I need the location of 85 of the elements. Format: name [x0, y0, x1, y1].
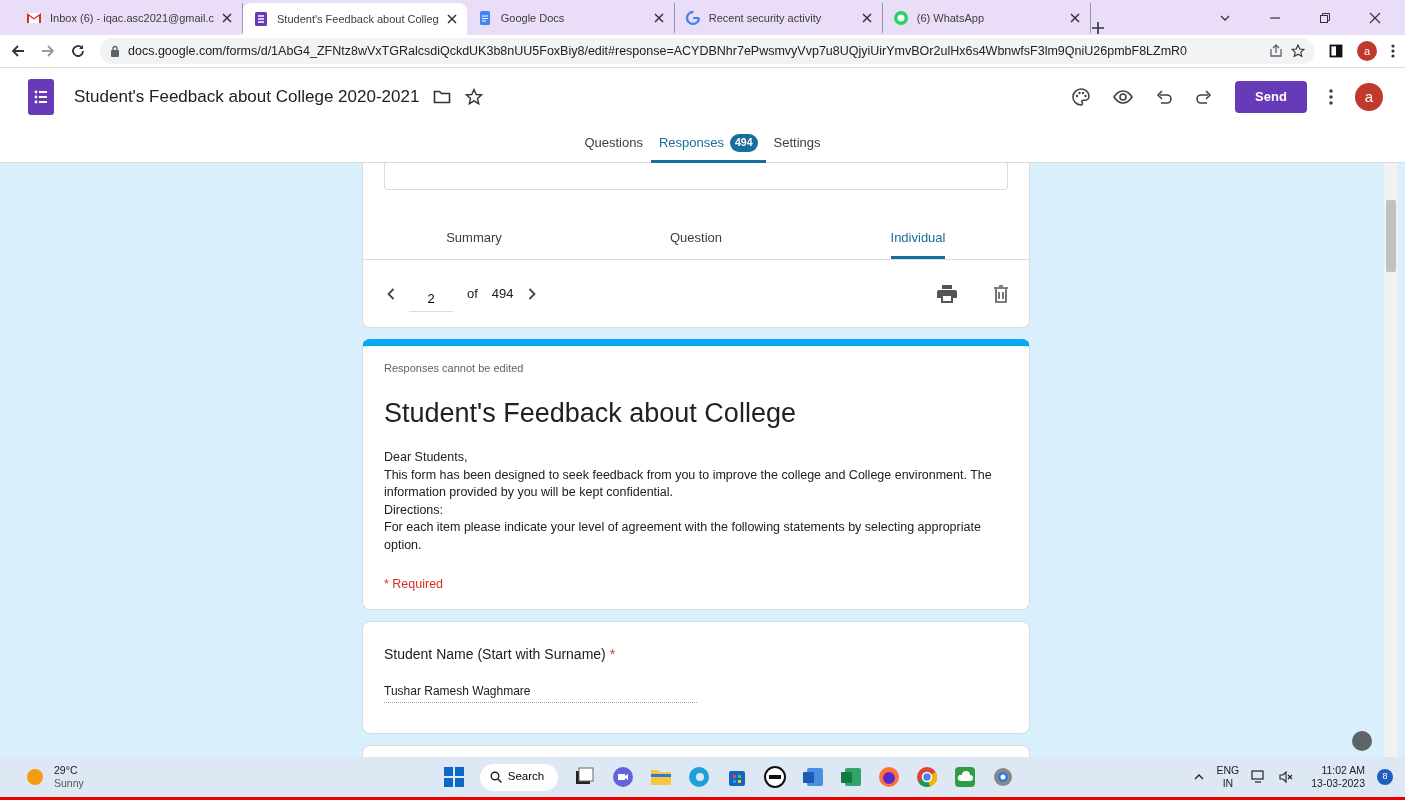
- start-icon[interactable]: [443, 767, 464, 787]
- lock-icon: [110, 45, 120, 57]
- star-icon[interactable]: [1291, 44, 1305, 58]
- printer-icon[interactable]: [937, 284, 957, 303]
- redo-icon[interactable]: [1195, 89, 1213, 105]
- video-call-icon[interactable]: [612, 766, 635, 788]
- account-avatar[interactable]: a: [1355, 83, 1383, 111]
- more-options-icon[interactable]: [1391, 44, 1395, 58]
- tab-title: (6) WhatsApp: [916, 10, 985, 26]
- chevron-left-icon[interactable]: [387, 287, 395, 300]
- forward-arrow-icon[interactable]: [40, 43, 56, 59]
- close-icon[interactable]: [861, 13, 872, 23]
- close-icon[interactable]: [446, 14, 457, 24]
- eye-icon[interactable]: [1113, 90, 1133, 104]
- profile-avatar[interactable]: a: [1357, 41, 1377, 61]
- language-text[interactable]: ENG: [1216, 764, 1240, 777]
- browser-tab[interactable]: (6) WhatsApp: [882, 3, 1091, 33]
- clock-time[interactable]: 11:02 AM: [1311, 764, 1365, 777]
- speaker-muted-icon[interactable]: [1279, 770, 1294, 784]
- of-label: of: [467, 284, 478, 303]
- view-tab[interactable]: Summary: [446, 220, 502, 259]
- share-icon[interactable]: [1269, 44, 1283, 58]
- trash-icon[interactable]: [993, 284, 1009, 303]
- side-panel-icon[interactable]: [1329, 44, 1343, 58]
- notice-text: Responses cannot be edited: [384, 361, 525, 376]
- tab-title: Recent security activity: [708, 10, 823, 26]
- required-mark: *: [609, 646, 616, 663]
- count-badge: 494: [730, 134, 758, 152]
- weather-text: Sunny: [54, 777, 84, 790]
- close-icon[interactable]: [653, 13, 664, 23]
- cloud-app-icon[interactable]: [954, 766, 977, 788]
- word-icon[interactable]: [802, 766, 825, 788]
- form-title[interactable]: Student's Feedback about College 2020-2021: [74, 84, 420, 110]
- undo-icon[interactable]: [1155, 89, 1173, 105]
- palette-icon[interactable]: [1071, 87, 1091, 107]
- more-options-icon[interactable]: [1329, 89, 1333, 105]
- close-icon[interactable]: [222, 13, 233, 23]
- search-icon: [489, 771, 502, 783]
- google-icon: [684, 10, 701, 26]
- clock-date[interactable]: 13-03-2023: [1311, 777, 1365, 790]
- scroll-thumb[interactable]: [1386, 200, 1396, 272]
- form-icon[interactable]: [28, 79, 54, 115]
- description-text: This form has been designed to seek feedback from you to improve the college and College environment. The information provided by you will be kept confidential.: [384, 466, 993, 502]
- total-count: 494: [491, 284, 514, 303]
- close-icon[interactable]: [1369, 11, 1381, 24]
- form-icon: [253, 11, 270, 27]
- chevron-right-icon[interactable]: [527, 287, 536, 300]
- nav-tab[interactable]: Questions: [576, 126, 651, 163]
- close-icon[interactable]: [1069, 13, 1080, 23]
- mail-icon: [26, 10, 42, 26]
- address-bar[interactable]: docs.google.com/forms/d/1AbG4_ZFNtz8wVxTGRalcsdiQckdUK3b8nUU5FoxBiy8/edit#response=ACYDBNhr7ePwsmvyVvp7u8UQjyiUirYmvBOr2ulHx6s4WbnwfsF3lm9QniU26pmbF8LZmR0: [100, 38, 1315, 64]
- tab-title: Inbox (6) - iqac.asc2021@gmail.c: [50, 10, 215, 26]
- reload-icon[interactable]: [70, 43, 86, 59]
- description-text: Dear Students,: [384, 449, 469, 466]
- view-tab[interactable]: Question: [669, 220, 722, 259]
- nav-tab[interactable]: Settings: [765, 126, 829, 163]
- folder-icon[interactable]: [433, 89, 452, 105]
- required-note: * Required: [384, 575, 445, 593]
- region-text[interactable]: IN: [1216, 777, 1240, 790]
- plus-icon[interactable]: [1090, 21, 1105, 35]
- url-text: docs.google.com/forms/d/1AbG4_ZFNtz8wVxTGRalcsdiQckdUK3b8nUU5FoxBiy8/edit#response=ACYDBNhr7ePwsmvyVvp7u8UQjyiUirYmvBOr2ulHx6s4WbnwfsF3lm9QniU26pmbF8LZmR0: [128, 42, 1188, 60]
- restore-icon[interactable]: [1319, 11, 1331, 24]
- scrollbar[interactable]: [1384, 163, 1398, 757]
- notification-badge[interactable]: 8: [1377, 769, 1393, 785]
- question-label: Student Name (Start with Surname): [384, 646, 606, 663]
- tab-title: Google Docs: [500, 10, 566, 26]
- circle-logo-icon[interactable]: [764, 766, 787, 788]
- browser-tab[interactable]: Recent security activity: [674, 3, 883, 33]
- sun-icon: [26, 768, 44, 786]
- send-button[interactable]: Send: [1235, 81, 1307, 113]
- browser-tab[interactable]: Inbox (6) - iqac.asc2021@gmail.c: [16, 3, 244, 33]
- view-tab[interactable]: Individual: [890, 220, 946, 259]
- search-button[interactable]: Search: [479, 763, 559, 791]
- description-text: For each item please indicate your level of agreement with the following statements by selecting appropriate option.: [384, 519, 982, 554]
- answer-text: Tushar Ramesh Waghmare: [384, 682, 697, 704]
- chrome-icon[interactable]: [916, 766, 939, 788]
- tab-title: Student's Feedback about Colleg: [277, 11, 439, 27]
- browser-tab[interactable]: Google Docs: [466, 3, 675, 33]
- star-icon[interactable]: [465, 88, 484, 106]
- back-arrow-icon[interactable]: [10, 43, 26, 59]
- temperature-text: 29°C: [54, 764, 79, 777]
- browser-tab[interactable]: Student's Feedback about Colleg: [243, 3, 467, 35]
- spreadsheet-icon[interactable]: [840, 766, 863, 788]
- form-heading: Student's Feedback about College: [384, 396, 797, 430]
- description-text: Directions:: [384, 501, 445, 519]
